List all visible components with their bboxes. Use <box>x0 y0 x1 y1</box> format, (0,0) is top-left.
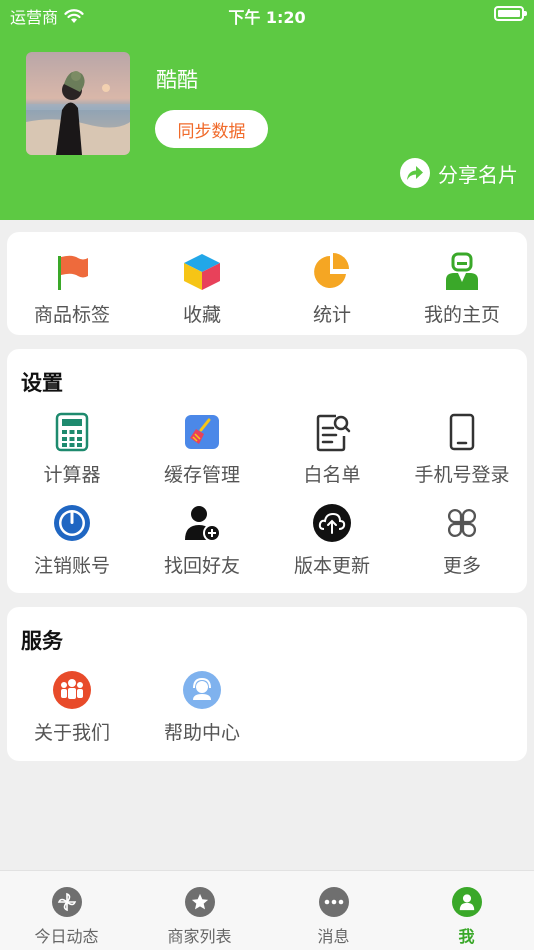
services-card: 服务 关于我们 帮助中心 <box>7 607 527 761</box>
quick-action-favorites[interactable]: 收藏 <box>137 252 267 327</box>
services-item-label: 帮助中心 <box>163 722 240 744</box>
battery-icon <box>494 6 527 21</box>
phone-icon <box>442 412 482 452</box>
settings-whitelist[interactable]: 白名单 <box>267 412 397 487</box>
tab-today-news[interactable]: 今日动态 <box>0 887 133 947</box>
tab-label: 消息 <box>317 927 350 946</box>
settings-item-label: 缓存管理 <box>163 464 240 486</box>
user-home-icon <box>442 252 482 292</box>
add-person-icon <box>182 503 222 543</box>
settings-deactivate-account[interactable]: 注销账号 <box>7 503 137 578</box>
quick-action-label: 统计 <box>312 304 351 326</box>
settings-version-update[interactable]: 版本更新 <box>267 503 397 578</box>
star-icon <box>184 887 215 917</box>
tab-bar: 今日动态 商家列表 消息 我 <box>0 870 534 950</box>
person-icon <box>451 887 482 917</box>
pie-chart-icon <box>312 252 352 292</box>
chat-dots-icon <box>318 887 349 917</box>
calculator-icon <box>52 412 92 452</box>
settings-more[interactable]: 更多 <box>397 503 527 578</box>
settings-phone-login[interactable]: 手机号登录 <box>397 412 527 487</box>
cube-icon <box>182 252 222 292</box>
profile-header: 酷酷 同步数据 分享名片 <box>0 28 534 220</box>
status-time: 下午 1:20 <box>228 8 306 27</box>
tab-merchant-list[interactable]: 商家列表 <box>133 887 266 947</box>
pinwheel-icon <box>51 887 82 917</box>
services-help-center[interactable]: 帮助中心 <box>137 670 267 745</box>
settings-find-friends[interactable]: 找回好友 <box>137 503 267 578</box>
username: 酷酷 <box>156 68 198 92</box>
quick-action-label: 商品标签 <box>33 304 110 326</box>
settings-calculator[interactable]: 计算器 <box>7 412 137 487</box>
share-card-button[interactable]: 分享名片 <box>400 158 518 188</box>
settings-title: 设置 <box>21 371 63 395</box>
settings-item-label: 找回好友 <box>163 555 240 577</box>
tab-me[interactable]: 我 <box>400 887 533 947</box>
share-card-label: 分享名片 <box>438 162 518 187</box>
broom-icon <box>182 412 222 452</box>
tab-label: 商家列表 <box>167 927 232 946</box>
quick-actions-card: 商品标签 收藏 统计 我的主页 <box>7 232 527 335</box>
tab-label: 我 <box>458 927 475 946</box>
settings-item-label: 更多 <box>442 555 481 577</box>
group-icon <box>52 670 92 710</box>
more-grid-icon <box>442 503 482 543</box>
flag-icon <box>52 252 92 292</box>
settings-item-label: 白名单 <box>303 464 361 486</box>
settings-item-label: 版本更新 <box>293 555 370 577</box>
support-icon <box>182 670 222 710</box>
services-about-us[interactable]: 关于我们 <box>7 670 137 745</box>
settings-cache-management[interactable]: 缓存管理 <box>137 412 267 487</box>
quick-action-label: 我的主页 <box>423 304 500 326</box>
settings-item-label: 注销账号 <box>33 555 110 577</box>
settings-card: 设置 计算器 缓存管理 白名单 手机号登录 注销账号 找回好友 版本更新 更多 <box>7 349 527 593</box>
sync-data-button[interactable]: 同步数据 <box>155 110 268 148</box>
share-arrow-icon <box>400 158 430 188</box>
quick-action-label: 收藏 <box>182 304 221 326</box>
tab-messages[interactable]: 消息 <box>267 887 400 947</box>
settings-item-label: 计算器 <box>43 464 101 486</box>
quick-action-my-homepage[interactable]: 我的主页 <box>397 252 527 327</box>
quick-action-product-tags[interactable]: 商品标签 <box>7 252 137 327</box>
avatar[interactable] <box>26 52 130 155</box>
quick-action-statistics[interactable]: 统计 <box>267 252 397 327</box>
settings-item-label: 手机号登录 <box>414 464 510 486</box>
status-bar: 运营商 下午 1:20 <box>0 0 534 28</box>
services-title: 服务 <box>21 629 63 653</box>
tab-label: 今日动态 <box>34 927 99 946</box>
power-icon <box>52 503 92 543</box>
services-item-label: 关于我们 <box>33 722 110 744</box>
document-search-icon <box>312 412 352 452</box>
cloud-upload-icon <box>312 503 352 543</box>
